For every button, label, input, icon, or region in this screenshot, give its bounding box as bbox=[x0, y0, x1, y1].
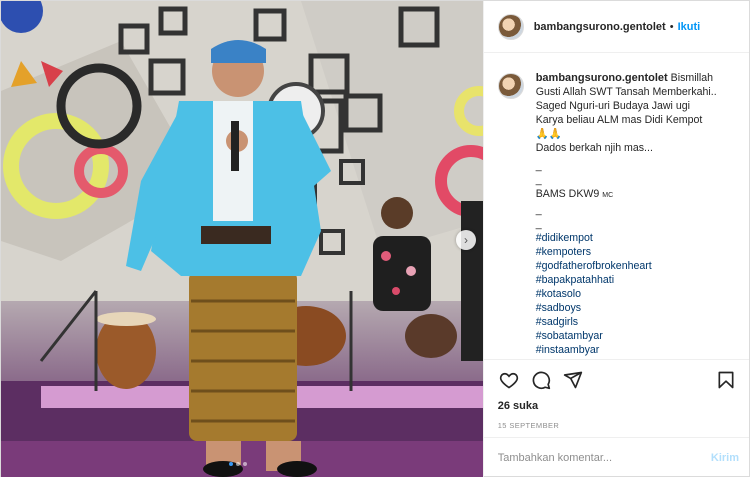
caption-text: Dados berkah njih mas... bbox=[535, 142, 653, 154]
chevron-right-icon: › bbox=[464, 233, 468, 247]
comment-input[interactable] bbox=[497, 452, 711, 464]
bookmark-icon bbox=[718, 371, 734, 389]
post-photo[interactable]: › bbox=[1, 1, 483, 477]
caption-divider: _ bbox=[535, 174, 542, 186]
caption-text: Bismillah bbox=[670, 72, 714, 84]
caption-text: BAMS DKW9 bbox=[535, 188, 600, 200]
stage-photo-illustration bbox=[1, 1, 483, 477]
caption-section: bambangsurono.gentolet Bismillah Gusti A… bbox=[484, 53, 749, 358]
hashtag-link[interactable]: #sadgirls bbox=[536, 315, 717, 329]
caption-row: bambangsurono.gentolet Bismillah Gusti A… bbox=[497, 71, 737, 357]
caption-divider: _ bbox=[535, 204, 542, 216]
likes-count[interactable]: 26 suka bbox=[498, 400, 737, 412]
pray-emoji: 🙏🙏 bbox=[535, 128, 563, 140]
caption-author-username[interactable]: bambangsurono.gentolet bbox=[536, 72, 668, 84]
action-bar: 26 suka 15 SEPTEMBER bbox=[483, 359, 749, 430]
comment-icon bbox=[532, 371, 550, 390]
post-date[interactable]: 15 SEPTEMBER bbox=[498, 421, 737, 430]
carousel-indicator bbox=[229, 462, 247, 466]
author-username[interactable]: bambangsurono.gentolet bbox=[534, 21, 666, 33]
mc-mark: MC bbox=[602, 192, 614, 199]
hashtag-link[interactable]: #instaambyar bbox=[536, 343, 717, 357]
carousel-dot bbox=[243, 462, 247, 466]
caption-body: bambangsurono.gentolet Bismillah Gusti A… bbox=[536, 71, 717, 357]
like-button[interactable] bbox=[498, 369, 520, 391]
author-avatar[interactable] bbox=[497, 13, 524, 40]
hashtag-link[interactable]: #sadboys bbox=[536, 301, 717, 315]
comment-button[interactable] bbox=[530, 369, 552, 391]
post-comment-button[interactable]: Kirim bbox=[711, 452, 739, 464]
hashtag-link[interactable]: #godfatherofbrokenheart bbox=[536, 259, 717, 273]
hashtag-link[interactable]: #kempoters bbox=[536, 245, 717, 259]
caption-author-avatar[interactable] bbox=[497, 73, 524, 99]
share-button[interactable] bbox=[562, 369, 584, 391]
caption-divider: _ bbox=[535, 160, 542, 172]
carousel-next-button[interactable]: › bbox=[456, 230, 476, 250]
caption-divider: _ bbox=[535, 218, 542, 230]
caption-text: Gusti Allah SWT Tansah Memberkahi.. bbox=[535, 86, 717, 98]
hashtag-link[interactable]: #didikempot bbox=[536, 231, 717, 245]
caption-text: Saged Nguri-uri Budaya Jawi ugi bbox=[535, 100, 690, 112]
carousel-dot bbox=[229, 462, 233, 466]
caption-text: Karya beliau ALM mas Didi Kempot bbox=[535, 114, 703, 126]
hashtag-link[interactable]: #kotasolo bbox=[536, 287, 717, 301]
save-button[interactable] bbox=[715, 369, 737, 391]
post-side-panel: bambangsurono.gentolet • Ikuti bambangsu… bbox=[482, 1, 749, 477]
action-icons bbox=[498, 368, 737, 392]
post-header: bambangsurono.gentolet • Ikuti bbox=[483, 1, 749, 53]
hashtag-link[interactable]: #bapakpatahhati bbox=[536, 273, 717, 287]
follow-button[interactable]: Ikuti bbox=[678, 21, 701, 33]
share-icon bbox=[563, 371, 582, 389]
instagram-post-modal: › bambangsurono.gentolet • Ikuti bambang… bbox=[0, 0, 750, 477]
hashtag-link[interactable]: #sobatambyar bbox=[536, 329, 717, 343]
add-comment-form: Kirim bbox=[483, 437, 749, 477]
header-separator: • bbox=[669, 20, 674, 33]
carousel-dot bbox=[236, 462, 240, 466]
heart-icon bbox=[499, 372, 518, 389]
